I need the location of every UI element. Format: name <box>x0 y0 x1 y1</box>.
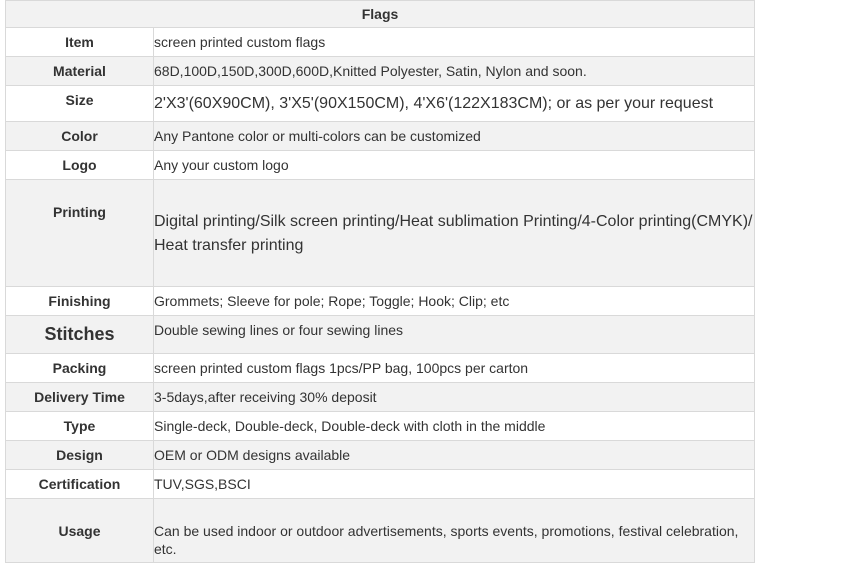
row-label-stitches: Stitches <box>5 315 154 354</box>
row-label-finishing: Finishing <box>5 286 154 316</box>
row-label-delivery-time: Delivery Time <box>5 382 154 412</box>
row-label-type: Type <box>5 411 154 441</box>
row-value-certification: TUV,SGS,BSCI <box>152 469 756 499</box>
row-value-logo: Any your custom logo <box>152 150 756 180</box>
row-label-usage: Usage <box>5 498 154 563</box>
row-label-logo: Logo <box>5 150 154 180</box>
table-row: Certification TUV,SGS,BSCI <box>5 469 756 499</box>
row-value-packing: screen printed custom flags 1pcs/PP bag,… <box>152 353 756 383</box>
row-value-color: Any Pantone color or multi-colors can be… <box>152 121 756 151</box>
table-row: Delivery Time 3-5days,after receiving 30… <box>5 382 756 412</box>
row-label-size: Size <box>5 85 154 122</box>
row-value-type: Single-deck, Double-deck, Double-deck wi… <box>152 411 756 441</box>
row-label-design: Design <box>5 440 154 470</box>
table-title: Flags <box>4 0 756 28</box>
table-row: Packing screen printed custom flags 1pcs… <box>5 353 756 383</box>
row-value-finishing: Grommets; Sleeve for pole; Rope; Toggle;… <box>152 286 756 316</box>
row-value-stitches: Double sewing lines or four sewing lines <box>152 315 756 354</box>
table-row: Printing Digital printing/Silk screen pr… <box>5 179 756 287</box>
table-row: Item screen printed custom flags <box>5 27 756 57</box>
row-value-usage: Can be used indoor or outdoor advertisem… <box>152 498 756 563</box>
row-value-design: OEM or ODM designs available <box>152 440 756 470</box>
row-value-size: 2'X3'(60X90CM), 3'X5'(90X150CM), 4'X6'(1… <box>152 85 756 122</box>
row-label-printing: Printing <box>5 179 154 287</box>
row-label-packing: Packing <box>5 353 154 383</box>
row-value-delivery-time: 3-5days,after receiving 30% deposit <box>152 382 756 412</box>
table-row: Stitches Double sewing lines or four sew… <box>5 315 756 354</box>
table-row: Logo Any your custom logo <box>5 150 756 180</box>
table-row: Finishing Grommets; Sleeve for pole; Rop… <box>5 286 756 316</box>
row-value-printing: Digital printing/Silk screen printing/He… <box>152 179 756 287</box>
table-row: Design OEM or ODM designs available <box>5 440 756 470</box>
row-value-item: screen printed custom flags <box>152 27 756 57</box>
spec-table: Flags Item screen printed custom flags M… <box>4 0 756 563</box>
row-value-material: 68D,100D,150D,300D,600D,Knitted Polyeste… <box>152 56 756 86</box>
table-row: Size 2'X3'(60X90CM), 3'X5'(90X150CM), 4'… <box>5 85 756 122</box>
row-label-color: Color <box>5 121 154 151</box>
table-row: Material 68D,100D,150D,300D,600D,Knitted… <box>5 56 756 86</box>
table-header-row: Flags <box>4 0 756 28</box>
row-label-material: Material <box>5 56 154 86</box>
row-label-item: Item <box>5 27 154 57</box>
table-row: Type Single-deck, Double-deck, Double-de… <box>5 411 756 441</box>
table-row: Usage Can be used indoor or outdoor adve… <box>5 498 756 563</box>
table-row: Color Any Pantone color or multi-colors … <box>5 121 756 151</box>
row-label-certification: Certification <box>5 469 154 499</box>
